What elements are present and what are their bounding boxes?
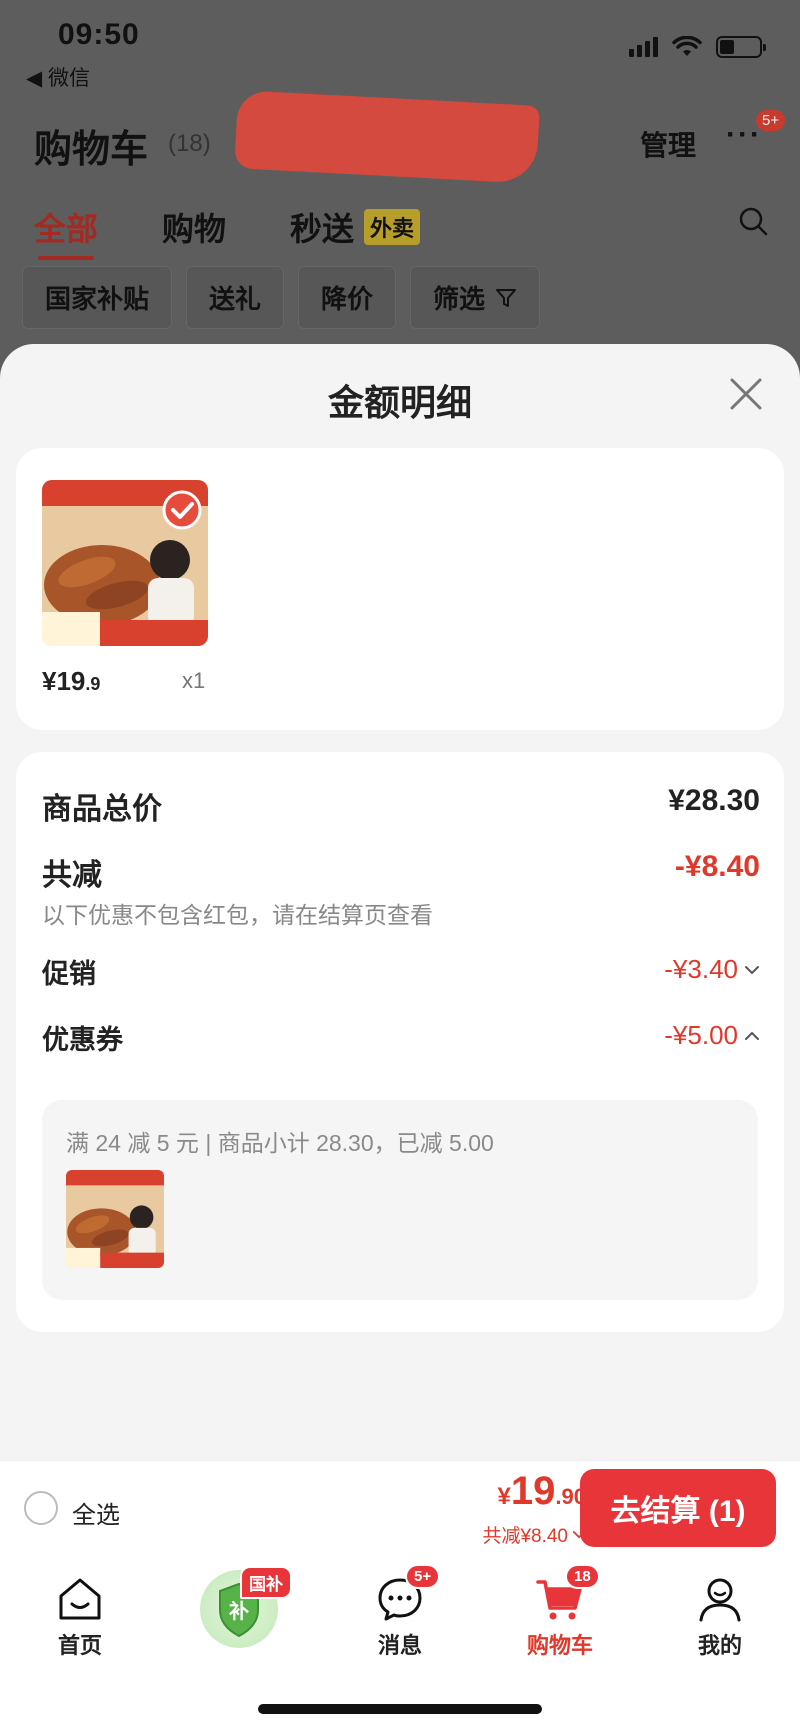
select-all-radio[interactable] xyxy=(24,1491,58,1525)
status-time: 09:50 xyxy=(58,18,140,51)
discount-value: -¥8.40 xyxy=(674,850,760,883)
product-quantity: x1 xyxy=(182,668,206,693)
wifi-icon xyxy=(672,36,702,56)
filter-chips: 国家补贴 送礼 降价 筛选 xyxy=(22,266,541,329)
tab-shopping[interactable]: 购物 xyxy=(162,204,226,250)
currency-symbol: ¥ xyxy=(497,1483,511,1510)
tabbar-cart-label: 购物车 xyxy=(526,1633,593,1658)
svg-text:补: 补 xyxy=(228,1599,249,1623)
tabbar-cart[interactable]: 18 购物车 xyxy=(500,1564,620,1660)
coupon-label: 优惠券 xyxy=(42,1025,123,1055)
discount-summary-toggle[interactable]: 共减¥8.40 xyxy=(482,1521,586,1548)
payable-amount: ¥19.90 xyxy=(498,1469,586,1514)
tabbar-messages[interactable]: 5+ 消息 xyxy=(340,1564,460,1660)
checkout-button[interactable]: 去结算 (1) xyxy=(580,1469,776,1547)
subsidy-badge: 国补 xyxy=(240,1566,292,1599)
messages-badge: 5+ xyxy=(405,1564,441,1589)
battery-icon xyxy=(716,36,766,58)
sheet-title: 金额明细 xyxy=(327,382,472,423)
coupon-product-image[interactable] xyxy=(66,1170,164,1268)
coupon-detail-box: 满 24 减 5 元 | 商品小计 28.30，已减 5.00 xyxy=(42,1100,758,1300)
amount-detail-sheet: 金额明细 ¥19.9 x1 商品总价 ¥28.30 共减 -¥8.40 以下优惠… xyxy=(0,344,800,1464)
product-price-dec: .9 xyxy=(85,674,101,694)
checkout-bar: 全选 ¥19.90 共减¥8.40 去结算 (1) xyxy=(0,1460,800,1554)
profile-icon xyxy=(699,1578,741,1622)
tabbar-profile[interactable]: 我的 xyxy=(660,1574,780,1660)
filter-price-drop[interactable]: 降价 xyxy=(298,266,397,329)
discount-note: 以下优惠不包含红包，请在结算页查看 xyxy=(42,902,433,928)
promo-value: -¥3.40 xyxy=(664,954,738,984)
tabbar-home[interactable]: 首页 xyxy=(20,1574,140,1660)
total-label: 商品总价 xyxy=(42,793,162,826)
status-icons xyxy=(629,36,766,58)
coupon-value: -¥5.00 xyxy=(664,1020,738,1050)
bottom-tab-bar: 首页 补 国补 5+ 消息 18 购物车 我的 xyxy=(0,1554,800,1731)
page-title: 购物车 xyxy=(34,129,149,171)
filter-screen[interactable]: 筛选 xyxy=(410,266,541,329)
tab-instant-delivery[interactable]: 秒送 xyxy=(290,204,354,250)
filter-national-subsidy[interactable]: 国家补贴 xyxy=(22,266,173,329)
home-indicator xyxy=(258,1704,542,1714)
discount-label: 共减 xyxy=(42,859,102,892)
funnel-icon xyxy=(496,288,517,307)
tabbar-profile-label: 我的 xyxy=(697,1633,742,1658)
chevron-up-icon xyxy=(745,1031,759,1040)
tab-all[interactable]: 全部 xyxy=(34,204,98,260)
back-to-wechat[interactable]: ◀ 微信 xyxy=(26,62,90,92)
manage-button[interactable]: 管理 xyxy=(640,124,696,164)
more-badge: 5+ xyxy=(756,110,786,131)
filter-screen-label: 筛选 xyxy=(433,284,486,314)
cart-item-count: (18) xyxy=(168,130,211,157)
close-icon[interactable] xyxy=(726,374,766,414)
cart-page-background: 09:50 ◀ 微信 购物车 (18) 管理 ··· 5+ 全部 购物 秒送 外… xyxy=(0,0,800,360)
takeout-tag: 外卖 xyxy=(364,209,421,245)
price-summary-card: 商品总价 ¥28.30 共减 -¥8.40 以下优惠不包含红包，请在结算页查看 … xyxy=(16,752,784,1332)
amount-integer: 19 xyxy=(510,1469,556,1513)
product-image[interactable] xyxy=(42,480,208,646)
search-icon[interactable] xyxy=(738,206,768,236)
cart-badge: 18 xyxy=(565,1564,600,1589)
coupon-detail-text: 满 24 减 5 元 | 商品小计 28.30，已减 5.00 xyxy=(66,1130,494,1156)
product-price-int: ¥19 xyxy=(42,666,86,696)
tabbar-home-label: 首页 xyxy=(57,1633,102,1658)
product-price: ¥19.9 xyxy=(42,666,100,697)
total-value: ¥28.30 xyxy=(668,784,760,817)
chevron-down-icon xyxy=(745,965,759,974)
select-all-label[interactable]: 全选 xyxy=(72,1495,120,1530)
coupon-row-toggle[interactable]: -¥5.00 xyxy=(664,1020,760,1051)
product-card: ¥19.9 x1 xyxy=(16,448,784,730)
redaction-mark xyxy=(234,90,540,184)
cart-tabs: 全部 购物 秒送 外卖 xyxy=(34,204,421,260)
promo-label: 促销 xyxy=(42,959,96,989)
home-icon xyxy=(59,1578,101,1620)
discount-summary-text: 共减¥8.40 xyxy=(482,1526,568,1547)
cellular-signal-icon xyxy=(629,37,658,57)
filter-gift[interactable]: 送礼 xyxy=(186,266,285,329)
promo-row-toggle[interactable]: -¥3.40 xyxy=(664,954,760,985)
tabbar-messages-label: 消息 xyxy=(377,1633,422,1658)
